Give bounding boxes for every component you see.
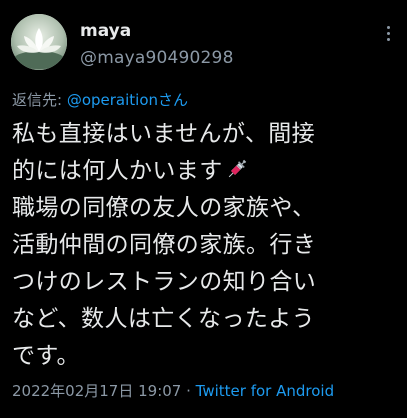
reply-mention-link[interactable]: @operaitionさん (67, 91, 188, 109)
display-name[interactable]: maya (80, 20, 131, 42)
more-dot-icon (386, 31, 390, 35)
meta-separator: · (181, 382, 196, 400)
tweet-body: 私も直接はいませんが、間接 的には何人かいます 職場の同僚の友人の家族や、 活動… (12, 116, 402, 375)
tweet-body-line: など、数人は亡くなったよう (12, 306, 316, 332)
tweet-body-line: つけのレストランの知り合い (12, 269, 317, 295)
more-dot-icon (386, 37, 390, 41)
tweet-body-line-with-emoji: 的には何人かいます (12, 153, 402, 190)
tweet-meta: 2022年02月17日 19:07 · Twitter for Android (12, 381, 334, 401)
avatar[interactable] (11, 14, 67, 70)
user-handle[interactable]: @maya90490298 (80, 47, 234, 69)
more-options-button[interactable] (381, 22, 395, 44)
tweet-body-line: です。 (12, 343, 80, 369)
reply-to-line: 返信先: @operaitionさん (12, 90, 188, 110)
lotus-flower-avatar-icon (11, 14, 67, 70)
tweet-body-line: 私も直接はいませんが、間接 (12, 121, 316, 147)
source-link[interactable]: Twitter for Android (196, 382, 334, 400)
reply-to-prefix: 返信先: (12, 91, 67, 109)
timestamp[interactable]: 2022年02月17日 19:07 (12, 382, 181, 400)
tweet-body-line: 活動仲間の同僚の家族。行き (12, 232, 317, 258)
syringe-icon (228, 159, 246, 178)
tweet-body-line-text: 的には何人かいます (12, 158, 223, 184)
more-dot-icon (386, 25, 390, 29)
tweet-body-line: 職場の同僚の友人の家族や、 (12, 195, 316, 221)
tweet: maya @maya90490298 返信先: @operaitionさん 私も… (0, 0, 407, 418)
